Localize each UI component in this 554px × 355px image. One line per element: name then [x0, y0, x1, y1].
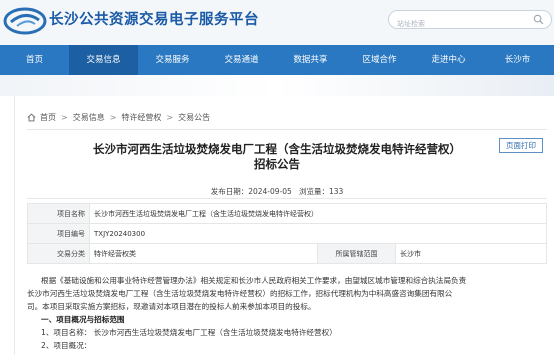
- print-button[interactable]: 页面打印: [499, 138, 543, 153]
- breadcrumb-announcement[interactable]: 交易公告: [178, 112, 210, 123]
- article-title: 长沙市河西生活垃圾焚烧发电厂工程（含生活垃圾焚烧发电特许经营权） 招标公告: [15, 142, 539, 172]
- breadcrumb: 首页 > 交易信息 > 特许经营权 > 交易公告: [27, 112, 210, 123]
- breadcrumb-trade-info[interactable]: 交易信息: [73, 112, 105, 123]
- category-value: 特许经营权类: [89, 243, 318, 264]
- publish-date-label: 发布日期：: [210, 187, 249, 196]
- site-title[interactable]: 长沙公共资源交易电子服务平台: [49, 8, 259, 29]
- article-card: 首页 > 交易信息 > 特许经营权 > 交易公告 长沙市河西生活垃圾焚烧发电厂工…: [14, 96, 554, 355]
- nav-item-trade-channel[interactable]: 交易通道: [207, 45, 276, 75]
- project-name-label: 项目名称: [27, 203, 90, 224]
- search-input[interactable]: [397, 15, 527, 33]
- nav-item-changsha[interactable]: 长沙市: [483, 45, 552, 75]
- project-info-table: 项目名称 长沙市河西生活垃圾焚烧发电厂工程（含生活垃圾焚烧发电特许经营权） 项目…: [27, 203, 547, 264]
- article-meta: 发布日期：2024-09-05 浏览量：133: [15, 186, 539, 197]
- breadcrumb-franchise[interactable]: 特许经营权: [121, 112, 161, 123]
- region-value: 长沙市: [395, 243, 547, 264]
- project-no-value: TXJY20240300: [89, 223, 547, 244]
- breadcrumb-home[interactable]: 首页: [40, 112, 56, 123]
- category-label: 交易分类: [27, 243, 90, 264]
- body-paragraph-line: 长沙市河西生活垃圾焚烧发电厂工程（含生活垃圾焚烧发电特许经营权）的招标工作，招标…: [27, 289, 453, 298]
- divider: [27, 198, 547, 199]
- table-row: 项目编号 TXJY20240300: [27, 223, 547, 244]
- nav-item-trade-info[interactable]: 交易信息: [69, 45, 138, 75]
- body-paragraph-line: 司。本项目采取实施方案招标，现邀请对本项目潜在的投标人前来参加本项目的投标。: [27, 302, 316, 311]
- section-heading: 一、项目概况与招标范围: [41, 315, 125, 324]
- region-label: 所属管辖范围: [317, 243, 396, 264]
- project-name-value: 长沙市河西生活垃圾焚烧发电厂工程（含生活垃圾焚烧发电特许经营权）: [89, 203, 547, 224]
- project-no-label: 项目编号: [27, 223, 90, 244]
- logo-mark-icon[interactable]: [3, 6, 47, 36]
- article-body: 根据《基础设施和公用事业特许经营管理办法》相关规定和长沙市人民政府相关工作要求，…: [27, 274, 547, 352]
- banner: [0, 75, 554, 96]
- divider: [27, 129, 547, 130]
- publish-date: 2024-09-05: [248, 187, 292, 196]
- breadcrumb-separator: >: [109, 113, 117, 122]
- site-header: 长沙公共资源交易电子服务平台: [0, 0, 554, 45]
- body-paragraph-line: 根据《基础设施和公用事业特许经营管理办法》相关规定和长沙市人民政府相关工作要求，…: [41, 276, 467, 285]
- nav-item-data-share[interactable]: 数据共享: [276, 45, 345, 75]
- body-item: 1、项目名称： 长沙市河西生活垃圾焚烧发电厂工程（含生活垃圾焚烧发电特许经营权）: [41, 328, 337, 337]
- body-item: 2、项目概况：: [41, 341, 92, 350]
- article-title-line1: 长沙市河西生活垃圾焚烧发电厂工程（含生活垃圾焚烧发电特许经营权）: [93, 142, 461, 156]
- home-icon: [27, 113, 36, 122]
- main-nav: 首页 交易信息 交易服务 交易通道 数据共享 区域合作 走进中心 长沙市: [0, 45, 554, 75]
- views-count: 133: [328, 187, 344, 196]
- table-row: 项目名称 长沙市河西生活垃圾焚烧发电厂工程（含生活垃圾焚烧发电特许经营权）: [27, 203, 547, 224]
- nav-item-trade-service[interactable]: 交易服务: [138, 45, 207, 75]
- nav-item-about-center[interactable]: 走进中心: [414, 45, 483, 75]
- article-title-line2: 招标公告: [254, 157, 300, 171]
- nav-item-home[interactable]: 首页: [0, 45, 69, 75]
- breadcrumb-separator: >: [61, 113, 68, 122]
- views-label: 浏览量：: [298, 187, 329, 196]
- search-icon[interactable]: [533, 14, 544, 25]
- nav-item-regional-coop[interactable]: 区域合作: [345, 45, 414, 75]
- table-row: 交易分类 特许经营权类 所属管辖范围 长沙市: [27, 243, 547, 264]
- breadcrumb-separator: >: [166, 113, 174, 122]
- search-box[interactable]: [388, 10, 552, 33]
